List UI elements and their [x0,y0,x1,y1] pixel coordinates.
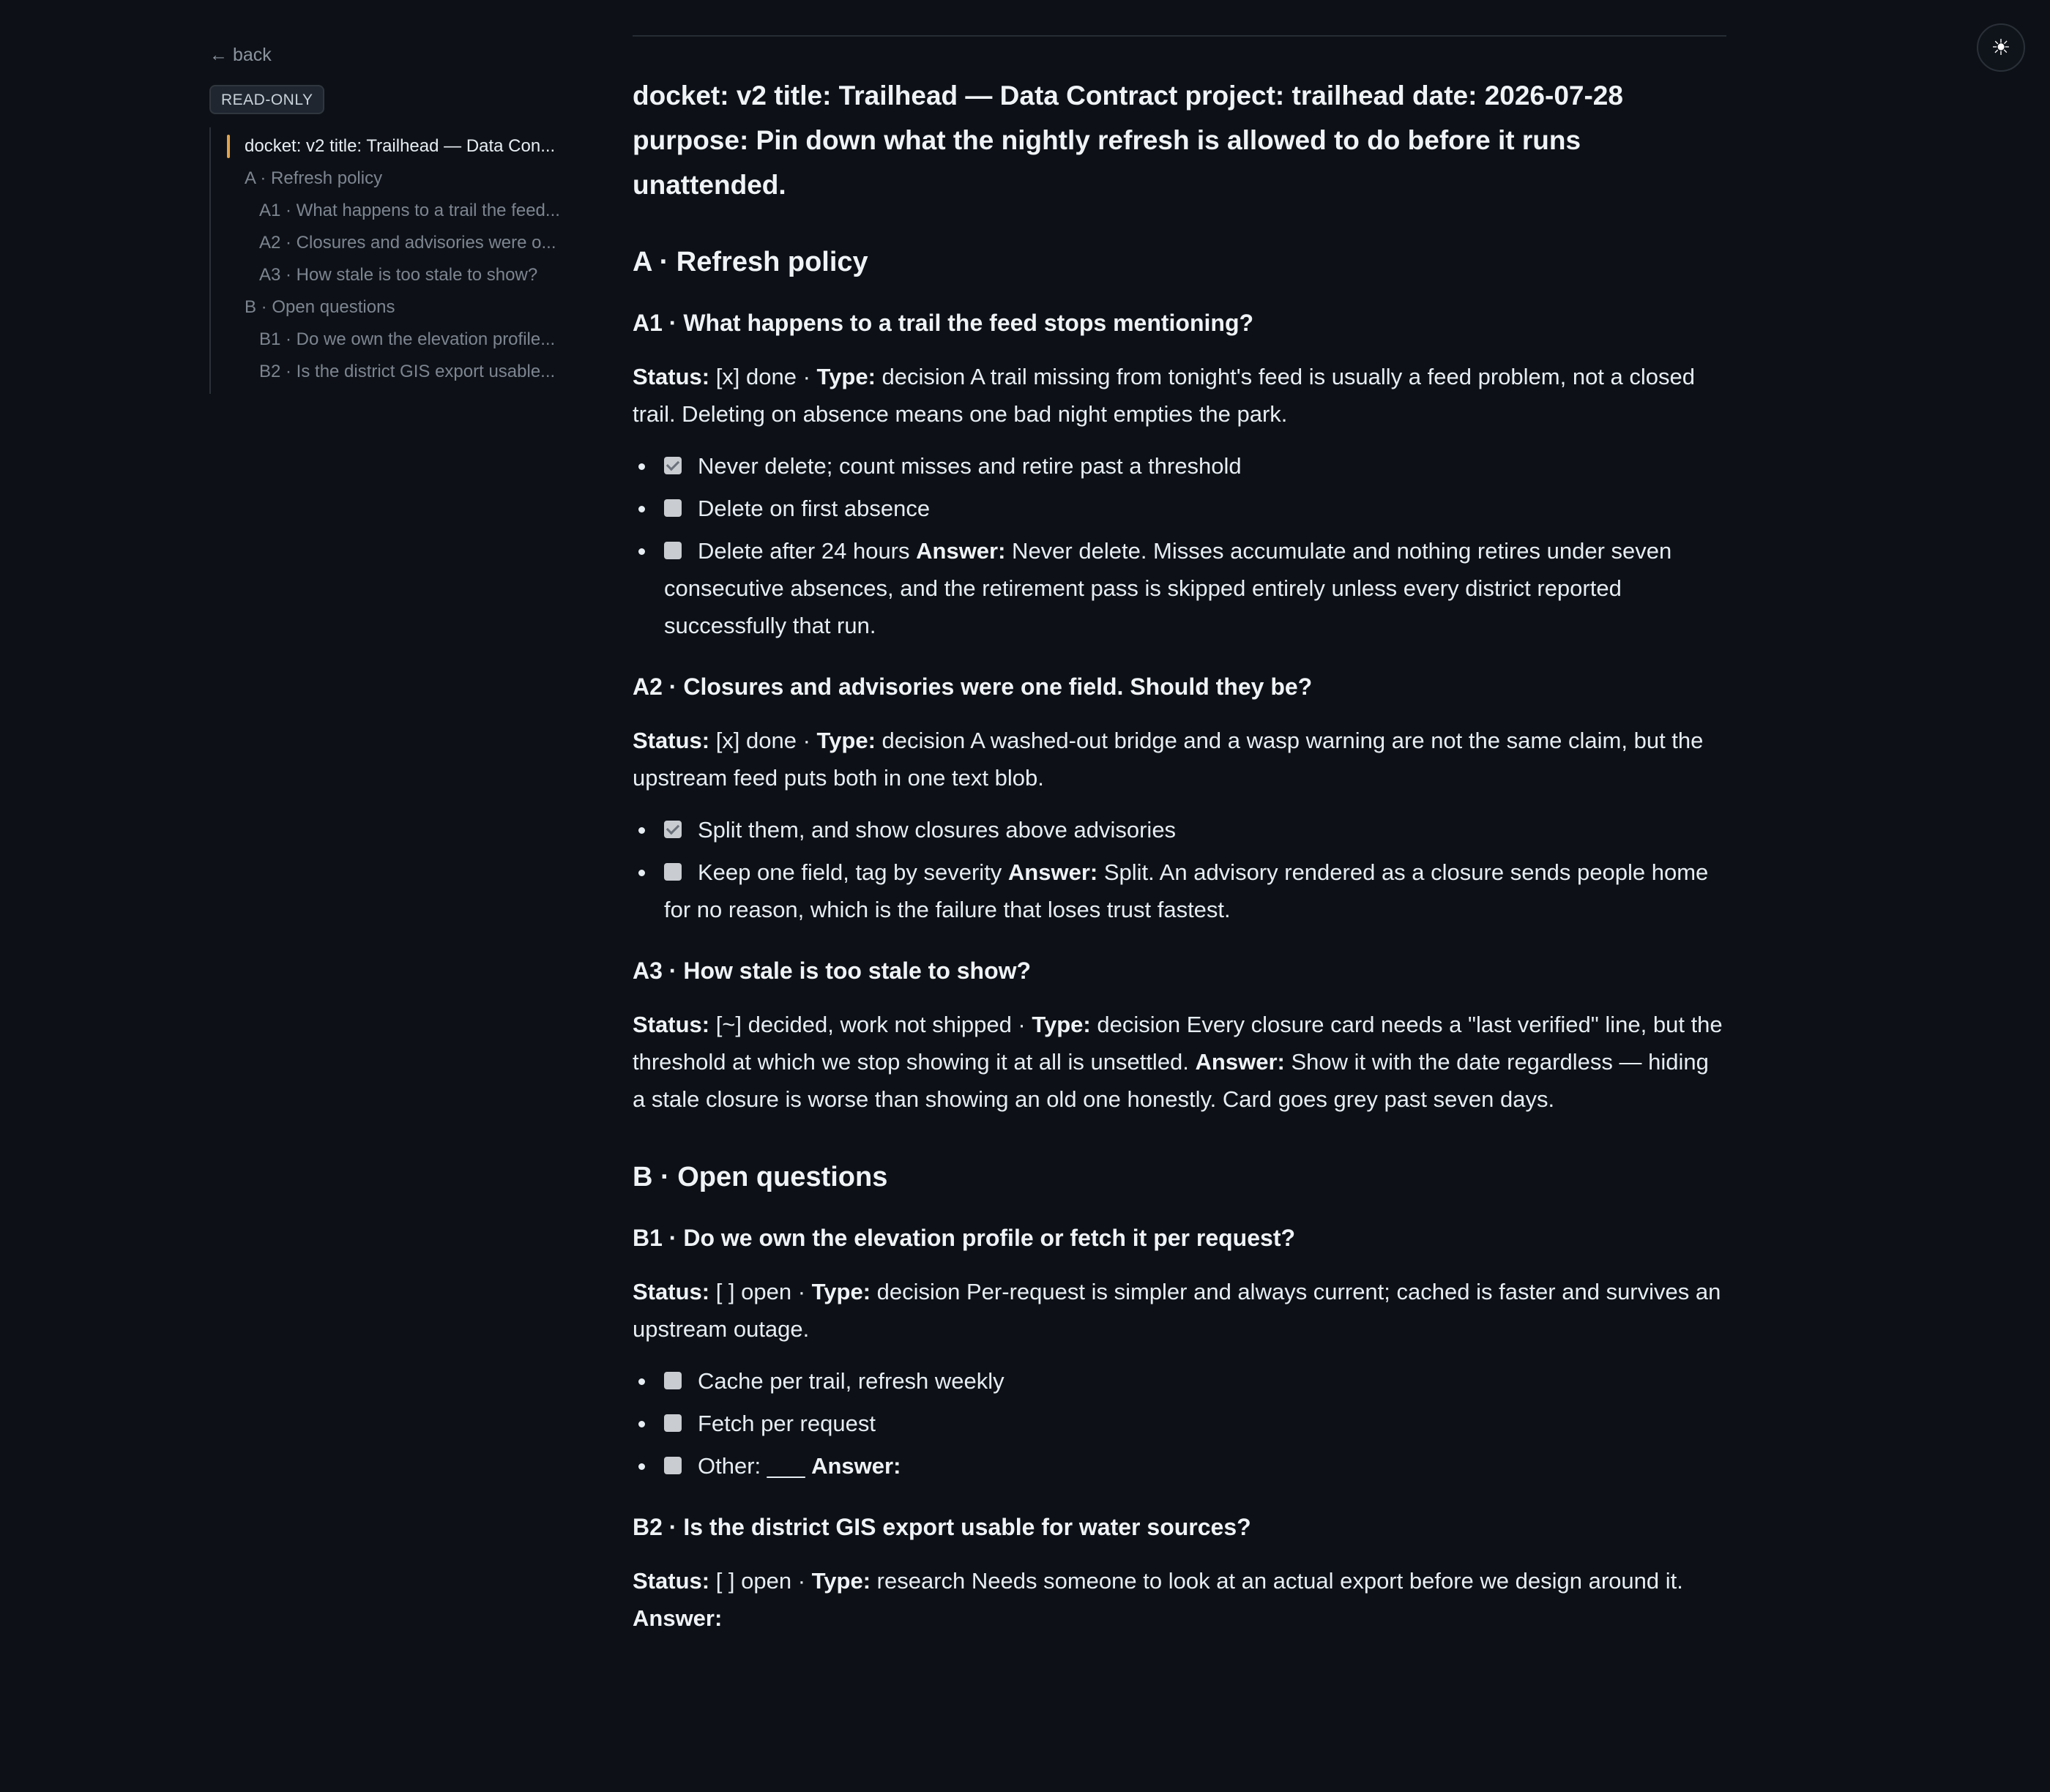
top-divider [633,35,1726,37]
list-item: Cache per trail, refresh weekly [633,1362,1726,1400]
toc-item-section-b[interactable]: B · Open questions [211,291,575,324]
checkbox[interactable] [664,1457,682,1474]
list-item: Keep one field, tag by severity Answer: … [633,854,1726,928]
list-item: Split them, and show closures above advi… [633,811,1726,848]
type-label: Type: [816,728,876,753]
a3-heading: A3 · How stale is too stale to show? [633,957,1032,984]
a2-heading: A2 · Closures and advisories were one fi… [633,673,1313,700]
section-a-heading: A · Refresh policy [633,247,868,277]
a1-status-paragraph: Status: [x] done · Type: decision A trai… [633,364,1695,427]
list-item: Delete after 24 hours Answer: Never dele… [633,532,1726,644]
status-label: Status: [633,1279,710,1304]
type-label: Type: [1032,1012,1091,1037]
answer-label: Answer: [1007,859,1098,885]
toc-item-a3[interactable]: A3 · How stale is too stale to show? [211,259,575,291]
document-title: docket: v2 title: Trailhead — Data Contr… [633,81,1623,200]
list-item: Fetch per request [633,1405,1726,1442]
answer-label: Answer: [811,1453,901,1479]
b1-status-paragraph: Status: [ ] open · Type: decision Per-re… [633,1279,1721,1342]
list-item: Other: ___ Answer: [633,1447,1726,1485]
type-label: Type: [811,1279,871,1304]
list-item: Never delete; count misses and retire pa… [633,447,1726,485]
back-link[interactable]: ← back [209,42,272,67]
b1-heading: B1 · Do we own the elevation profile or … [633,1225,1296,1251]
checkbox[interactable] [664,499,682,517]
a3-status-paragraph: Status: [~] decided, work not shipped · … [633,1012,1723,1112]
theme-toggle-button[interactable]: ☀ [1977,23,2025,72]
status-label: Status: [633,728,710,753]
checkbox[interactable] [664,542,682,559]
answer-label: Answer: [633,1605,723,1631]
toc-item-section-a[interactable]: A · Refresh policy [211,163,575,195]
status-label: Status: [633,364,710,389]
read-only-badge: READ-ONLY [209,85,325,114]
sun-icon: ☀ [1991,35,2011,60]
a2-status-paragraph: Status: [x] done · Type: decision A wash… [633,728,1704,791]
toc-item-a1[interactable]: A1 · What happens to a trail the feed... [211,195,575,227]
type-label: Type: [816,364,876,389]
checkbox-checked[interactable] [664,821,682,838]
a1-options-list: Never delete; count misses and retire pa… [633,447,1726,644]
table-of-contents: docket: v2 title: Trailhead — Data Con..… [209,127,575,394]
checkbox-checked[interactable] [664,457,682,474]
checkbox[interactable] [664,863,682,881]
toc-item-a2[interactable]: A2 · Closures and advisories were o... [211,227,575,259]
status-label: Status: [633,1012,710,1037]
answer-label: Answer: [916,538,1006,564]
checkbox[interactable] [664,1414,682,1432]
answer-label: Answer: [1195,1049,1285,1075]
document-content: docket: v2 title: Trailhead — Data Contr… [633,35,1726,1651]
list-item: Delete on first absence [633,490,1726,527]
a2-options-list: Split them, and show closures above advi… [633,811,1726,928]
toc-item-b2[interactable]: B2 · Is the district GIS export usable..… [211,356,575,388]
section-b-heading: B · Open questions [633,1162,888,1192]
b2-heading: B2 · Is the district GIS export usable f… [633,1514,1251,1540]
toc-item-b1[interactable]: B1 · Do we own the elevation profile... [211,324,575,356]
checkbox[interactable] [664,1372,682,1389]
sidebar: ← back READ-ONLY docket: v2 title: Trail… [209,42,575,394]
b1-options-list: Cache per trail, refresh weekly Fetch pe… [633,1362,1726,1485]
status-label: Status: [633,1568,710,1594]
b2-status-paragraph: Status: [ ] open · Type: research Needs … [633,1568,1683,1631]
toc-item-title[interactable]: docket: v2 title: Trailhead — Data Con..… [211,130,575,163]
type-label: Type: [811,1568,871,1594]
a1-heading: A1 · What happens to a trail the feed st… [633,310,1254,336]
